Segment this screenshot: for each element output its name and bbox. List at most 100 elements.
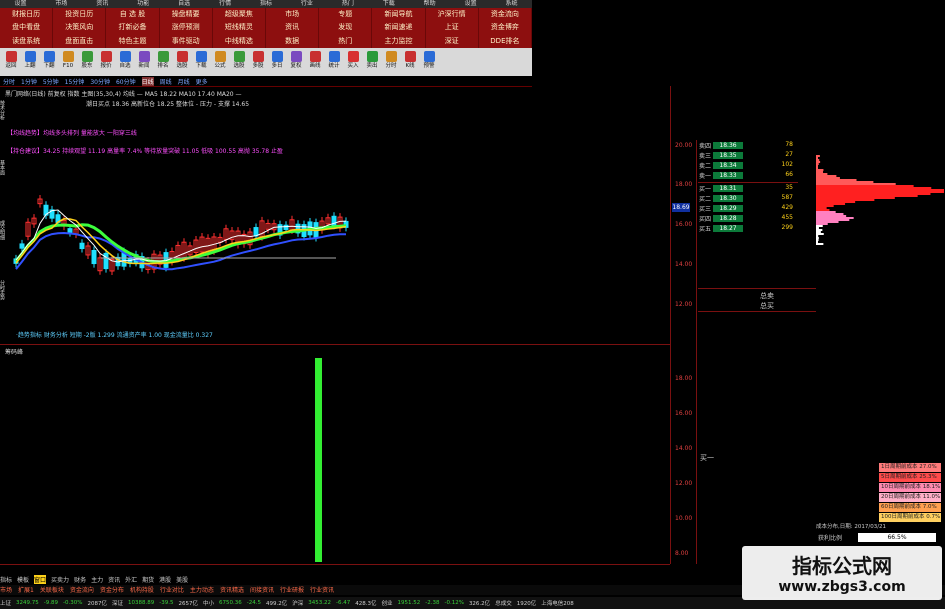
menu-item[interactable]: 资讯 [82, 0, 123, 8]
quick-link[interactable]: 数据 [266, 34, 320, 48]
bottom-tab[interactable]: 外汇 [125, 575, 137, 584]
order-book-row[interactable]: 卖四 18.36 78 [699, 141, 793, 150]
toolbar-button[interactable]: 预警 [420, 48, 438, 71]
period-tab[interactable]: 分时 [3, 77, 15, 86]
menu-item[interactable]: 帮助 [409, 0, 450, 8]
info-tab[interactable]: 行业研报 [280, 585, 304, 595]
date-scroll-bar[interactable] [0, 564, 670, 574]
order-book-row[interactable]: 买三 18.29 429 [699, 204, 793, 213]
period-tab[interactable]: 1分钟 [21, 77, 37, 86]
toolbar-button[interactable]: 自选 [116, 48, 134, 71]
quick-link[interactable]: 自 选 股 [106, 8, 160, 22]
quick-link[interactable]: 打新必备 [106, 21, 160, 35]
quick-link[interactable]: 新闻速递 [372, 21, 426, 35]
candlestick-chart[interactable] [6, 108, 666, 333]
period-tab[interactable]: 30分钟 [90, 77, 110, 86]
quick-link[interactable]: 资金流向 [479, 8, 532, 22]
quick-link[interactable]: 事件驱动 [160, 34, 213, 48]
toolbar-button[interactable]: 选股 [173, 48, 191, 71]
toolbar-button[interactable]: F10 [59, 48, 77, 71]
quick-link[interactable]: 投资日历 [53, 8, 107, 22]
bottom-tab[interactable]: 财务 [74, 575, 86, 584]
toolbar-button[interactable]: 买入 [344, 48, 362, 71]
toolbar-button[interactable]: 下载 [192, 48, 210, 71]
menu-item[interactable]: 下载 [368, 0, 409, 8]
quick-link[interactable]: 涨停预测 [160, 21, 213, 35]
info-tab[interactable]: 机构持股 [130, 585, 154, 595]
quick-link[interactable]: 主力监控 [372, 34, 426, 48]
order-book-row[interactable]: 买二 18.30 587 [699, 194, 793, 203]
quick-link[interactable]: 盘中看盘 [0, 21, 54, 35]
toolbar-button[interactable]: 下翻 [40, 48, 58, 71]
toolbar-button[interactable]: 统计 [325, 48, 343, 71]
bottom-tab[interactable]: 模板 [17, 575, 29, 584]
menu-item[interactable]: 行情 [205, 0, 246, 8]
toolbar-button[interactable]: 排名 [154, 48, 172, 71]
quick-link[interactable]: 沪深行情 [426, 8, 479, 22]
quick-link[interactable]: DDE排名 [479, 34, 532, 48]
info-tab[interactable]: 资金流向 [70, 585, 94, 595]
period-tab[interactable]: 15分钟 [65, 77, 85, 86]
info-tab[interactable]: 资金分布 [100, 585, 124, 595]
toolbar-button[interactable]: 多股 [249, 48, 267, 71]
quick-link[interactable]: 深证 [426, 34, 479, 48]
quick-link[interactable]: 决策风向 [53, 21, 107, 35]
toolbar-button[interactable]: 画线 [306, 48, 324, 71]
order-book-row[interactable]: 卖三 18.35 27 [699, 151, 793, 160]
bottom-tab[interactable]: 主力 [91, 575, 103, 584]
period-tab[interactable]: 周线 [160, 77, 172, 86]
menu-item[interactable]: 设置 [450, 0, 491, 8]
order-book-row[interactable]: 买四 18.28 455 [699, 214, 793, 223]
quick-link[interactable]: 资讯 [266, 21, 320, 35]
period-tab[interactable]: 月线 [178, 77, 190, 86]
quick-link[interactable]: 新闻导航 [372, 8, 426, 22]
toolbar-button[interactable]: 新闻 [135, 48, 153, 71]
quick-link[interactable]: 专题 [319, 8, 373, 22]
quick-link[interactable]: 读盘系统 [0, 34, 54, 48]
toolbar-button[interactable]: 上翻 [21, 48, 39, 71]
toolbar-button[interactable]: K线 [401, 48, 419, 71]
period-tab[interactable]: 60分钟 [116, 77, 136, 86]
toolbar-button[interactable]: 股东 [78, 48, 96, 71]
period-tab[interactable]: 日线 [141, 76, 154, 86]
bottom-tab[interactable]: 港股 [159, 575, 171, 584]
menu-item[interactable]: 市场 [41, 0, 82, 8]
toolbar-button[interactable]: 报价 [97, 48, 115, 71]
period-tab[interactable]: 5分钟 [43, 77, 59, 86]
info-tab[interactable]: 间接资讯 [250, 585, 274, 595]
quick-link[interactable]: 资金博弈 [479, 21, 532, 35]
info-tab[interactable]: 扩展1 [18, 585, 34, 595]
quick-link[interactable]: 短线精灵 [213, 21, 266, 35]
info-tab[interactable]: 资讯精选 [220, 585, 244, 595]
order-book-row[interactable]: 卖一 18.33 66 [699, 171, 793, 180]
menu-item[interactable]: 行业 [286, 0, 327, 8]
info-tab[interactable]: 关联板块 [40, 585, 64, 595]
menu-item[interactable]: 热门 [327, 0, 368, 8]
quick-link[interactable]: 操盘精要 [160, 8, 213, 22]
bottom-tab[interactable]: 美股 [176, 575, 188, 584]
quick-link[interactable]: 热门 [319, 34, 373, 48]
quick-link[interactable]: 超级聚焦 [213, 8, 266, 22]
menu-item[interactable]: 自选 [164, 0, 205, 8]
toolbar-button[interactable]: 多日 [268, 48, 286, 71]
period-tab[interactable]: 更多 [196, 77, 208, 86]
toolbar-button[interactable]: 分时 [382, 48, 400, 71]
toolbar-button[interactable]: 公式 [211, 48, 229, 71]
menu-item[interactable]: 功能 [123, 0, 164, 8]
order-book-row[interactable]: 买五 18.27 299 [699, 224, 793, 233]
bottom-tab[interactable]: 资讯 [108, 575, 120, 584]
toolbar-button[interactable]: 选股 [230, 48, 248, 71]
menu-item[interactable]: 系统 [491, 0, 532, 8]
info-tab[interactable]: 市场 [0, 585, 12, 595]
bottom-tab[interactable]: 期货 [142, 575, 154, 584]
order-book-row[interactable]: 买一 18.31 35 [699, 184, 793, 193]
toolbar-button[interactable]: 返回 [2, 48, 20, 71]
quick-link[interactable]: 特色主题 [106, 34, 160, 48]
quick-link[interactable]: 财报日历 [0, 8, 54, 22]
bottom-tab[interactable]: 指标 [0, 575, 12, 584]
quick-link[interactable]: 上证 [426, 21, 479, 35]
order-book-row[interactable]: 卖二 18.34 102 [699, 161, 793, 170]
info-tab[interactable]: 行业资讯 [310, 585, 334, 595]
menu-item[interactable]: 指标 [246, 0, 287, 8]
quick-link[interactable]: 发现 [319, 21, 373, 35]
